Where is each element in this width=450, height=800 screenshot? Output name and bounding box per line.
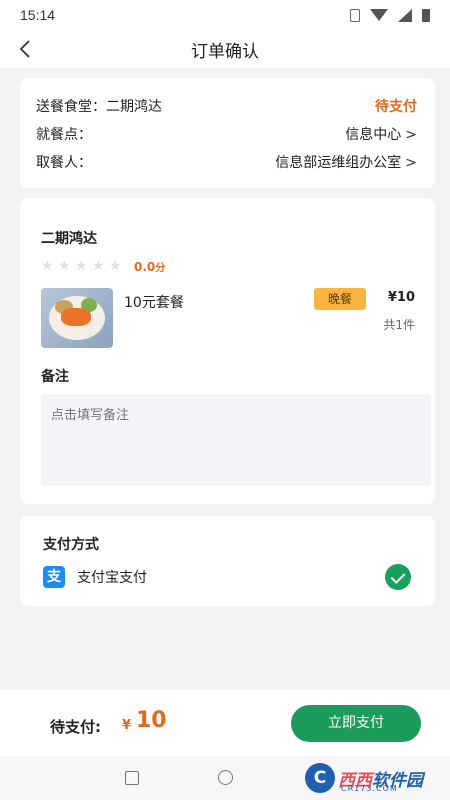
total-amount: 10 <box>136 708 167 733</box>
food-image <box>41 288 113 348</box>
order-item: 10元套餐 晚餐 ¥10 共1件 <box>41 288 415 350</box>
star-icon: ★ <box>109 257 122 274</box>
payment-method-name: 支付宝支付 <box>77 570 147 586</box>
dining-point-value: 信息中心 <box>345 127 402 143</box>
star-icon: ★ <box>92 257 105 274</box>
alipay-icon: 支 <box>43 566 65 588</box>
total-label: 待支付: <box>50 718 101 736</box>
battery-icon <box>422 8 430 22</box>
watermark-sub: CR173.COM <box>341 784 398 793</box>
dining-point-row[interactable]: 就餐点： 信息中心 > <box>36 120 417 148</box>
remark-input[interactable] <box>41 394 431 486</box>
signal-icon <box>398 8 412 22</box>
status-time: 15:14 <box>20 7 56 23</box>
payment-title: 支付方式 <box>43 537 99 553</box>
system-nav-bar: C 西西软件园 CR173.COM <box>0 756 450 800</box>
remark-label: 备注 <box>41 369 69 385</box>
pickup-person-row[interactable]: 取餐人： 信息部运维组办公室 > <box>36 148 417 176</box>
chevron-right-icon: > <box>405 127 417 143</box>
home-icon[interactable] <box>218 770 233 785</box>
delivery-info-card: 送餐食堂：二期鸿达 待支付 就餐点： 信息中心 > 取餐人： 信息部运维组办公室 > <box>20 78 435 188</box>
wifi-icon <box>370 9 388 21</box>
pickup-value: 信息部运维组办公室 <box>275 155 402 171</box>
canteen-value: 二期鸿达 <box>106 99 162 115</box>
canteen-row: 送餐食堂：二期鸿达 待支付 <box>36 92 417 120</box>
dining-point-label: 就餐点： <box>36 127 92 143</box>
pay-now-button[interactable]: 立即支付 <box>291 705 421 742</box>
order-status-badge: 待支付 <box>375 99 417 115</box>
rating-row: ★ ★ ★ ★ ★ 0.0分 <box>41 258 415 274</box>
watermark-logo: C 西西软件园 CR173.COM <box>305 762 423 794</box>
check-circle-icon[interactable] <box>385 564 411 590</box>
rating-unit: 分 <box>155 262 166 274</box>
payment-option-alipay[interactable]: 支 支付宝支付 <box>43 564 411 590</box>
watermark-logo-mark: C <box>305 763 335 793</box>
back-arrow-icon[interactable] <box>16 38 38 60</box>
pickup-label: 取餐人： <box>36 155 92 171</box>
canteen-label: 送餐食堂： <box>36 99 106 115</box>
shop-name: 二期鸿达 <box>41 231 97 247</box>
star-icon: ★ <box>75 257 88 274</box>
nav-bar: 订单确认 <box>0 30 450 68</box>
rating-value: 0.0 <box>134 259 156 274</box>
page-title: 订单确认 <box>191 41 259 62</box>
recent-apps-icon[interactable] <box>125 771 139 785</box>
meal-type-tag: 晚餐 <box>314 288 366 310</box>
payment-card: 支付方式 支 支付宝支付 <box>20 516 435 606</box>
order-card: 二期鸿达 ★ ★ ★ ★ ★ 0.0分 10元套餐 晚餐 ¥10 共1件 备注 <box>20 198 435 504</box>
checkout-bar: 待支付: ¥ 10 立即支付 <box>0 690 450 756</box>
star-icon: ★ <box>41 257 54 274</box>
status-icons <box>350 8 430 22</box>
chevron-right-icon: > <box>405 155 417 171</box>
status-bar: 15:14 <box>0 0 450 30</box>
item-price: ¥10 <box>387 290 415 305</box>
vibrate-icon <box>350 8 360 22</box>
total-currency: ¥ <box>122 718 132 733</box>
star-icon: ★ <box>58 257 71 274</box>
item-name: 10元套餐 <box>124 295 184 311</box>
item-count: 共1件 <box>383 318 415 332</box>
